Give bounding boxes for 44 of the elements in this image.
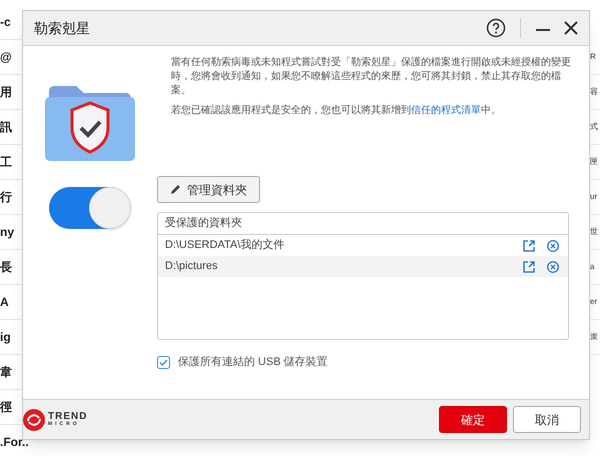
close-icon[interactable] xyxy=(563,20,579,36)
background-text: ur xyxy=(590,193,598,201)
background-text: 匣 xyxy=(590,158,598,166)
description-text: 若您已確認該應用程式是安全的，您也可以將其新增到信任的程式清單中。 xyxy=(170,104,502,118)
background-text: ig xyxy=(0,329,11,346)
window-title: 勒索剋星 xyxy=(34,18,90,38)
help-icon[interactable] xyxy=(486,18,506,38)
background-text: 世 xyxy=(590,228,598,236)
background-text: -c xyxy=(0,14,11,31)
background-text: 長 xyxy=(0,259,12,276)
background-text: a xyxy=(590,263,594,271)
logo-text: TREND xyxy=(48,412,88,422)
usb-checkbox[interactable] xyxy=(157,356,170,369)
background-text: ny xyxy=(0,224,14,241)
folder-path: D:\pictures xyxy=(165,259,219,274)
trusted-programs-link[interactable]: 信任的程式清單 xyxy=(411,105,481,116)
usb-option-label: 保護所有連結的 USB 儲存裝置 xyxy=(178,355,328,370)
background-text: 用 xyxy=(0,84,12,101)
background-text: er xyxy=(590,298,598,306)
background-text: 行 xyxy=(0,189,12,206)
manage-folders-button[interactable]: 管理資料夾 xyxy=(157,176,260,203)
folder-row[interactable]: D:\pictures xyxy=(158,256,568,277)
background-text: R xyxy=(590,53,596,61)
background-text: 韋 xyxy=(0,364,12,381)
background-text: 訊 xyxy=(0,119,12,136)
background-text: 徑 xyxy=(0,399,12,416)
folder-path: D:\USERDATA\我的文件 xyxy=(165,238,286,254)
remove-icon[interactable] xyxy=(547,260,559,272)
background-text: 工 xyxy=(0,154,12,171)
background-text: 容 xyxy=(590,88,598,96)
shield-folder-icon xyxy=(45,83,135,161)
open-external-icon[interactable] xyxy=(523,260,535,272)
protection-toggle[interactable] xyxy=(49,187,131,229)
remove-icon[interactable] xyxy=(547,240,559,252)
pencil-icon xyxy=(170,184,181,195)
background-text: A xyxy=(0,294,9,311)
background-text: .For.. xyxy=(0,434,29,451)
description-text: 當有任何勒索病毒或未知程式嘗試對受「勒索剋星」保護的檔案進行開啟或未經授權的變更時，您將會收到通知，如果您不瞭解這些程式的來歷，您可將其封鎖，禁止其存取您的檔案。 xyxy=(170,56,572,98)
ok-button[interactable]: 確定 xyxy=(439,406,507,433)
open-external-icon[interactable] xyxy=(523,240,535,252)
background-text: @ xyxy=(0,49,12,66)
cancel-button[interactable]: 取消 xyxy=(513,406,581,433)
background-text: 式 xyxy=(590,123,598,131)
background-text: 蚩 xyxy=(590,333,598,341)
